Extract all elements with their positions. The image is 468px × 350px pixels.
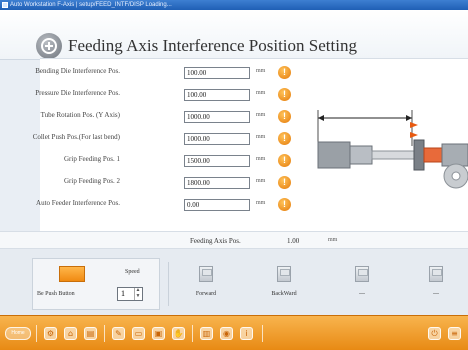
unit-label: mm	[256, 68, 266, 74]
tool-icon[interactable]: ✋	[172, 327, 185, 340]
auto-feeder-interference-input[interactable]	[184, 199, 250, 211]
save-icon[interactable]: ▣	[152, 327, 165, 340]
field-label: Tube Rotation Pos. (Y Axis)	[40, 111, 120, 119]
chart-icon[interactable]: ▥	[200, 327, 213, 340]
home-button[interactable]: Home	[5, 327, 31, 340]
speed-stepper[interactable]: 1 ▲ ▼	[117, 287, 143, 301]
push-button[interactable]	[59, 266, 85, 282]
unit-label: mm	[256, 178, 266, 184]
taskbar-divider	[36, 325, 37, 342]
collet-push-pos-input[interactable]	[184, 133, 250, 145]
home-button-label: Home	[11, 330, 25, 336]
home-icon[interactable]: ⌂	[64, 327, 77, 340]
blank-function-icon	[355, 266, 369, 282]
feeding-axis-label: Feeding Axis Pos.	[190, 237, 241, 245]
exit-icon[interactable]: ⏻	[428, 327, 441, 340]
warning-icon: !	[278, 154, 291, 167]
bending-die-hub	[451, 171, 461, 181]
push-button-label: Be Push Button	[37, 291, 75, 297]
field-label: Bending Die Interference Pos.	[35, 67, 120, 75]
function-button-3[interactable]: ---	[336, 258, 388, 310]
backward-icon	[277, 266, 291, 282]
warning-icon: !	[278, 132, 291, 145]
field-row-collet-push: Collet Push Pos.(For last bend) mm !	[33, 131, 310, 147]
field-row-grip-feeding-2: Grip Feeding Pos. 2 mm !	[40, 175, 310, 191]
warning-icon: !	[278, 88, 291, 101]
die-housing	[413, 139, 425, 171]
feeding-axis-unit: mm	[328, 237, 338, 243]
warning-icon: !	[278, 66, 291, 79]
field-label: Grip Feeding Pos. 1	[64, 155, 120, 163]
collet-body	[349, 145, 373, 165]
unit-label: mm	[256, 156, 266, 162]
machine-diagram	[316, 96, 468, 204]
alarm-icon[interactable]: ◉	[220, 327, 233, 340]
speed-label: Speed	[125, 269, 140, 275]
tube-segment	[371, 150, 415, 160]
speed-value: 1	[121, 289, 125, 298]
warning-icon: !	[278, 110, 291, 123]
unit-label: mm	[256, 112, 266, 118]
menu-icon[interactable]: ≡	[448, 327, 461, 340]
forward-button-label: Forward	[195, 291, 217, 297]
unit-label: mm	[256, 90, 266, 96]
field-label: Collet Push Pos.(For last bend)	[32, 133, 120, 141]
backward-button[interactable]: BackWard	[258, 258, 310, 310]
field-row-grip-feeding-1: Grip Feeding Pos. 1 mm !	[40, 153, 310, 169]
settings-icon[interactable]: ⚙	[44, 327, 57, 340]
stepper-arrows-icon[interactable]: ▲ ▼	[134, 288, 141, 300]
page-title: Feeding Axis Interference Position Setti…	[68, 36, 357, 55]
bending-head	[441, 143, 468, 167]
carriage-block	[317, 141, 351, 169]
function-button-4-label: ---	[433, 291, 439, 297]
function-button-4[interactable]: ---	[410, 258, 462, 310]
taskbar-divider	[192, 325, 193, 342]
tube-rotation-pos-input[interactable]	[184, 111, 250, 123]
taskbar-divider	[262, 325, 263, 342]
monitor-icon[interactable]: ▭	[132, 327, 145, 340]
field-row-tube-rotation: Tube Rotation Pos. (Y Axis) mm !	[40, 109, 310, 125]
forward-icon	[199, 266, 213, 282]
field-row-bending-die: Bending Die Interference Pos. mm !	[35, 65, 310, 81]
grip-feeding-pos-1-input[interactable]	[184, 155, 250, 167]
info-icon[interactable]: i	[240, 327, 253, 340]
interference-zone	[423, 147, 443, 163]
field-label: Grip Feeding Pos. 2	[64, 177, 120, 185]
backward-button-label: BackWard	[271, 291, 297, 297]
warning-icon: !	[278, 176, 291, 189]
taskbar-divider	[104, 325, 105, 342]
pressure-die-interference-input[interactable]	[184, 89, 250, 101]
gear-logo-icon	[36, 33, 62, 59]
grip-feeding-pos-2-input[interactable]	[184, 177, 250, 189]
page-header: Feeding Axis Interference Position Setti…	[0, 10, 468, 60]
feeding-axis-value: 1.00	[287, 237, 300, 245]
function-button-3-label: ---	[359, 291, 365, 297]
field-row-auto-feeder: Auto Feeder Interference Pos. mm !	[36, 197, 310, 213]
bending-die-interference-input[interactable]	[184, 67, 250, 79]
unit-label: mm	[256, 134, 266, 140]
warning-icon: !	[278, 198, 291, 211]
feeding-axis-position-row: Feeding Axis Pos. 1.00 mm	[0, 231, 468, 249]
window-titlebar: Auto Workstation F-Axis | setup/FEED_INT…	[0, 0, 468, 10]
jog-control-group: Be Push Button Speed 1 ▲ ▼	[32, 258, 160, 310]
document-icon[interactable]: ▤	[84, 327, 97, 340]
bottom-taskbar: Home ⚙ ⌂ ▤ ✎ ▭ ▣ ✋ ▥ ◉ i ⏻ ≡	[0, 315, 468, 350]
field-label: Auto Feeder Interference Pos.	[36, 199, 120, 207]
field-label: Pressure Die Interference Pos.	[35, 89, 120, 97]
divider	[168, 262, 169, 306]
window-title: Auto Workstation F-Axis | setup/FEED_INT…	[10, 2, 172, 8]
field-row-pressure-die: Pressure Die Interference Pos. mm !	[35, 87, 310, 103]
blank-function-icon	[429, 266, 443, 282]
edit-icon[interactable]: ✎	[112, 327, 125, 340]
unit-label: mm	[256, 200, 266, 206]
forward-button[interactable]: Forward	[180, 258, 232, 310]
app-icon	[2, 2, 8, 8]
